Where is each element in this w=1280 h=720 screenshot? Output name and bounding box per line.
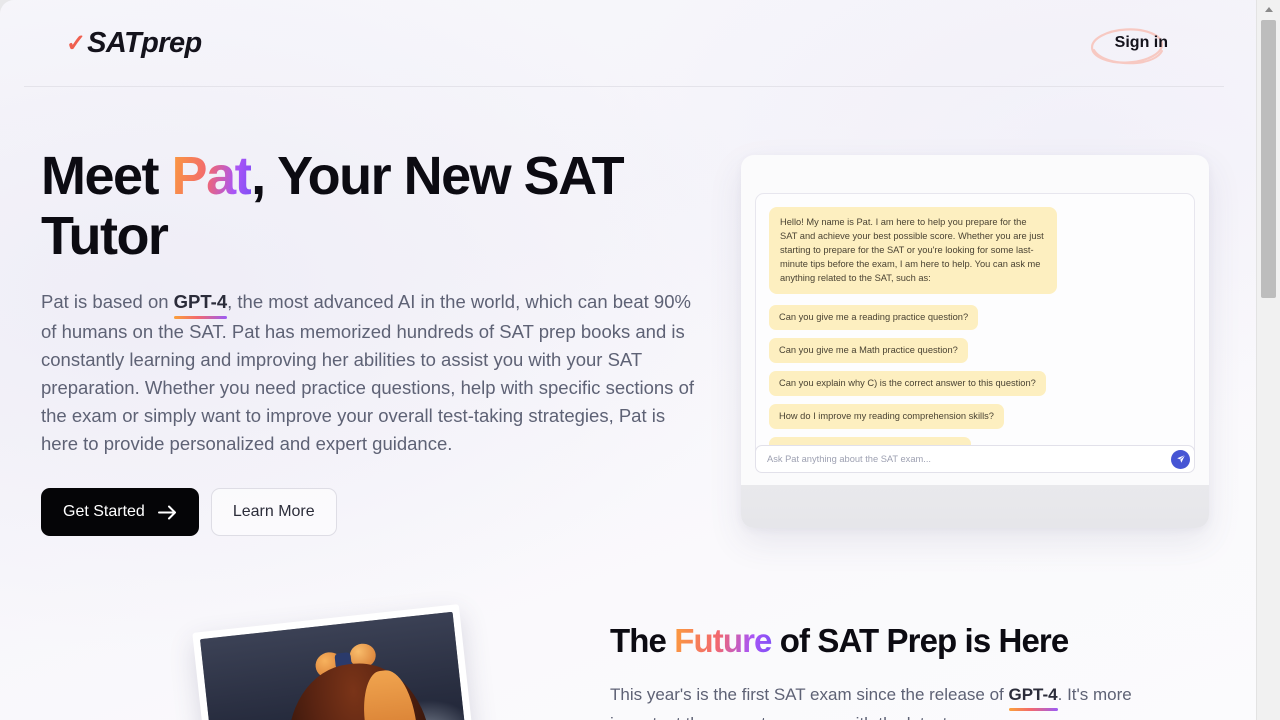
lower-title-gradient-word: Future [674, 622, 772, 659]
chevron-up-icon[interactable] [1257, 0, 1280, 18]
suggestion-chip[interactable]: Can you explain why C) is the correct an… [769, 371, 1046, 397]
header-inner: ✓ SATprep Sign in [24, 0, 1224, 87]
chat-input[interactable] [767, 454, 1171, 464]
page-title: Meet Pat, Your New SAT Tutor [41, 146, 713, 266]
suggestion-chip[interactable]: How do I improve my reading comprehensio… [769, 404, 1004, 430]
chat-card-footer [741, 485, 1209, 528]
pat-avatar-image [199, 611, 471, 720]
hero-body-part1: Pat is based on [41, 291, 174, 312]
checkmark-icon: ✓ [66, 30, 87, 57]
hero-title-part1: Meet [41, 146, 172, 206]
page-scrollbar[interactable] [1256, 0, 1280, 720]
chat-preview-card: Hello! My name is Pat. I am here to help… [741, 155, 1209, 528]
learn-more-button[interactable]: Learn More [210, 488, 337, 536]
lower-title-part1: The [610, 622, 675, 659]
send-paper-plane-icon [1176, 452, 1186, 467]
cta-row: Get Started Learn More [41, 488, 713, 536]
get-started-label: Get Started [63, 503, 145, 520]
hero-section: Meet Pat, Your New SAT Tutor Pat is base… [41, 146, 713, 536]
hero-description: Pat is based on GPT-4, the most advanced… [41, 288, 706, 458]
suggestion-chip[interactable]: Can you give me a Math practice question… [769, 338, 968, 364]
section-description: This year's is the first SAT exam since … [610, 681, 1170, 720]
logo[interactable]: ✓ SATprep [66, 27, 202, 60]
chat-greeting-bubble: Hello! My name is Pat. I am here to help… [769, 207, 1057, 295]
sign-in-label: Sign in [1114, 34, 1168, 51]
lower-title-part2: of SAT Prep is Here [771, 622, 1069, 659]
hero-body-part2: , the most advanced AI in the world, whi… [41, 291, 695, 454]
chat-window: Hello! My name is Pat. I am here to help… [755, 193, 1195, 463]
site-header: ✓ SATprep Sign in [0, 0, 1256, 88]
gpt4-highlight: GPT-4 [173, 288, 228, 319]
chat-composer [755, 445, 1195, 473]
scrollbar-thumb[interactable] [1261, 20, 1276, 298]
pat-photo-card [192, 604, 478, 720]
suggestion-chip-list: Can you give me a reading practice quest… [769, 305, 1181, 463]
gpt4-highlight: GPT-4 [1008, 681, 1058, 711]
lower-body-part1: This year's is the first SAT exam since … [610, 685, 1009, 704]
future-section: The Future of SAT Prep is Here This year… [610, 620, 1170, 720]
suggestion-chip[interactable]: Can you give me a reading practice quest… [769, 305, 979, 331]
get-started-button[interactable]: Get Started [41, 488, 199, 536]
sign-in-button[interactable]: Sign in [1089, 22, 1194, 65]
section-title: The Future of SAT Prep is Here [610, 620, 1170, 662]
send-button[interactable] [1171, 449, 1190, 469]
browser-viewport: ✓ SATprep Sign in Meet Pat, Your New SAT… [0, 0, 1256, 720]
hero-title-gradient-word: Pat [171, 146, 253, 206]
logo-text: SATprep [87, 26, 202, 59]
arrow-right-icon [157, 505, 177, 520]
